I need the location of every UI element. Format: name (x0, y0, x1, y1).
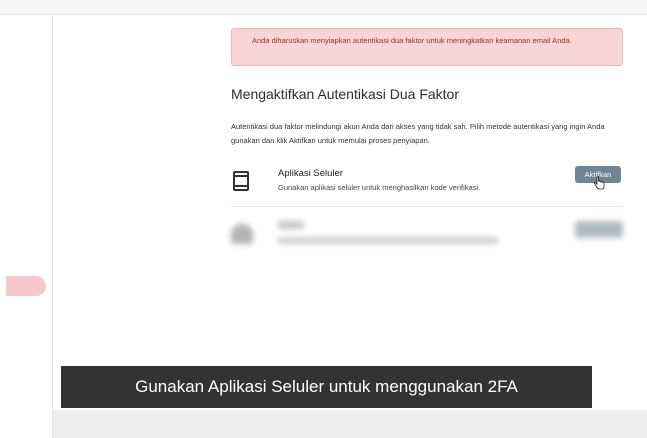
mobile-device-icon (233, 171, 249, 191)
method-description: Gunakan aplikasi seluler untuk menghasil… (278, 183, 481, 192)
method-row-mobile-app: Aplikasi Seluler Gunakan aplikasi selule… (231, 160, 623, 207)
sidebar (0, 15, 53, 438)
blurred-activate-button[interactable] (575, 221, 623, 238)
video-caption: Gunakan Aplikasi Seluler untuk menggunak… (61, 366, 592, 408)
bottom-strip (53, 410, 647, 438)
blurred-method-name (278, 221, 304, 229)
warning-alert: Anda diharuskan menyiapkan autentikasi d… (231, 28, 623, 66)
top-bar (0, 0, 647, 15)
hand-cursor-icon (594, 176, 605, 190)
method-row-blurred (231, 215, 623, 255)
main-content (53, 15, 647, 410)
lock-icon (231, 224, 253, 244)
section-description: Autentikasi dua faktor melindungi akun A… (231, 122, 605, 145)
method-name: Aplikasi Seluler (278, 168, 343, 179)
alert-message: Anda diharuskan menyiapkan autentikasi d… (252, 36, 572, 45)
section-title: Mengaktifkan Autentikasi Dua Faktor (231, 86, 460, 102)
sidebar-active-item[interactable] (6, 276, 46, 296)
blurred-method-description (278, 237, 498, 244)
